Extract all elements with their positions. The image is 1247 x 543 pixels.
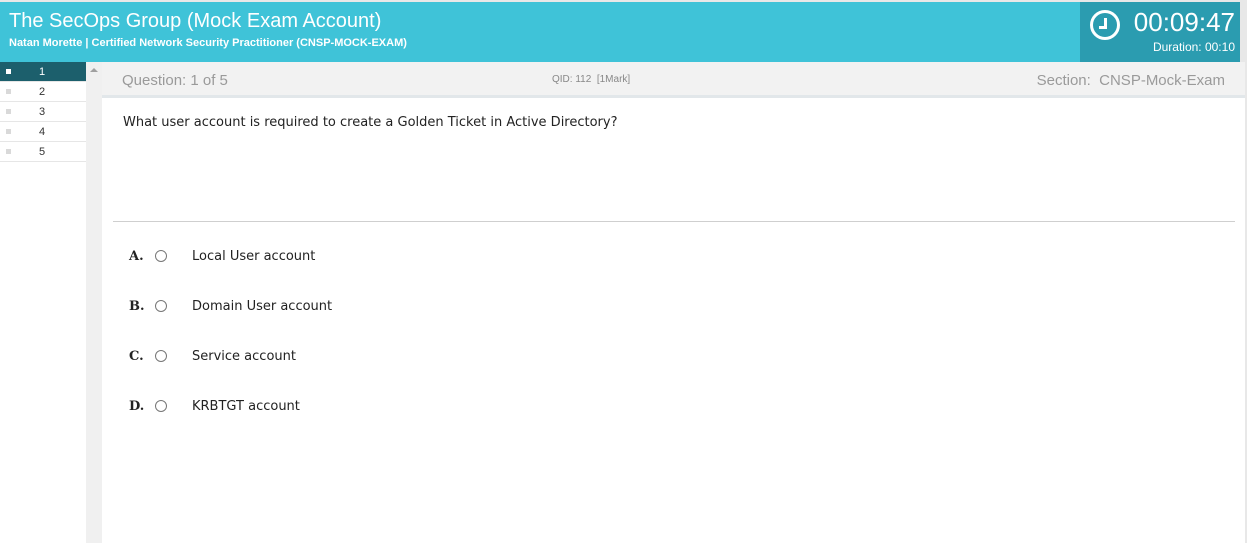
nav-question-5[interactable]: 5 [0, 142, 86, 162]
option-text[interactable]: Local User account [192, 249, 315, 264]
navigator-scrollbar[interactable] [86, 62, 102, 543]
header-edge [1240, 2, 1247, 64]
option-radio[interactable] [155, 300, 167, 312]
nav-question-4[interactable]: 4 [0, 122, 86, 142]
option-radio[interactable] [155, 250, 167, 262]
answer-option-c[interactable]: C. Service account [102, 347, 1002, 367]
status-dot-icon [6, 149, 11, 154]
clock-icon [1090, 10, 1120, 40]
status-dot-icon [6, 69, 11, 74]
nav-question-2[interactable]: 2 [0, 82, 86, 102]
question-id: QID: 112 [1Mark] [552, 74, 631, 85]
nav-question-1[interactable]: 1 [0, 62, 86, 82]
nav-question-3[interactable]: 3 [0, 102, 86, 122]
option-letter: A. [129, 249, 144, 264]
option-radio[interactable] [155, 350, 167, 362]
status-dot-icon [6, 89, 11, 94]
option-text[interactable]: Domain User account [192, 299, 332, 314]
option-letter: B. [129, 299, 145, 314]
section-label: Section: CNSP-Mock-Exam [1036, 72, 1225, 89]
option-radio[interactable] [155, 400, 167, 412]
timer-remaining: 00:09:47 [1133, 7, 1235, 37]
nav-question-number: 4 [39, 126, 46, 138]
answer-option-d[interactable]: D. KRBTGT account [102, 397, 1002, 417]
exam-title: The SecOps Group (Mock Exam Account) [9, 10, 382, 32]
option-text[interactable]: Service account [192, 349, 296, 364]
option-letter: C. [129, 349, 144, 364]
nav-question-number: 3 [39, 106, 46, 118]
nav-question-number: 1 [39, 66, 46, 78]
timer-panel: 00:09:47 Duration: 00:10 [1080, 2, 1240, 62]
candidate-info: Natan Morette | Certified Network Securi… [9, 37, 407, 49]
question-panel: Question: 1 of 5 QID: 112 [1Mark] Sectio… [102, 62, 1245, 543]
question-navigator: 1 2 3 4 5 [0, 62, 86, 543]
exam-header: The SecOps Group (Mock Exam Account) Nat… [0, 0, 1247, 64]
status-dot-icon [6, 109, 11, 114]
question-counter: Question: 1 of 5 [122, 72, 228, 89]
nav-question-number: 5 [39, 146, 46, 158]
nav-question-number: 2 [39, 86, 46, 98]
answer-option-a[interactable]: A. Local User account [102, 247, 1002, 267]
answer-option-b[interactable]: B. Domain User account [102, 297, 1002, 317]
option-letter: D. [129, 399, 145, 414]
question-info-bar: Question: 1 of 5 QID: 112 [1Mark] Sectio… [102, 62, 1245, 98]
status-dot-icon [6, 129, 11, 134]
option-text[interactable]: KRBTGT account [192, 399, 300, 414]
timer-duration: Duration: 00:10 [1152, 40, 1235, 54]
question-text: What user account is required to create … [123, 115, 618, 130]
question-divider [113, 221, 1235, 222]
scroll-up-arrow-icon[interactable] [90, 68, 98, 72]
